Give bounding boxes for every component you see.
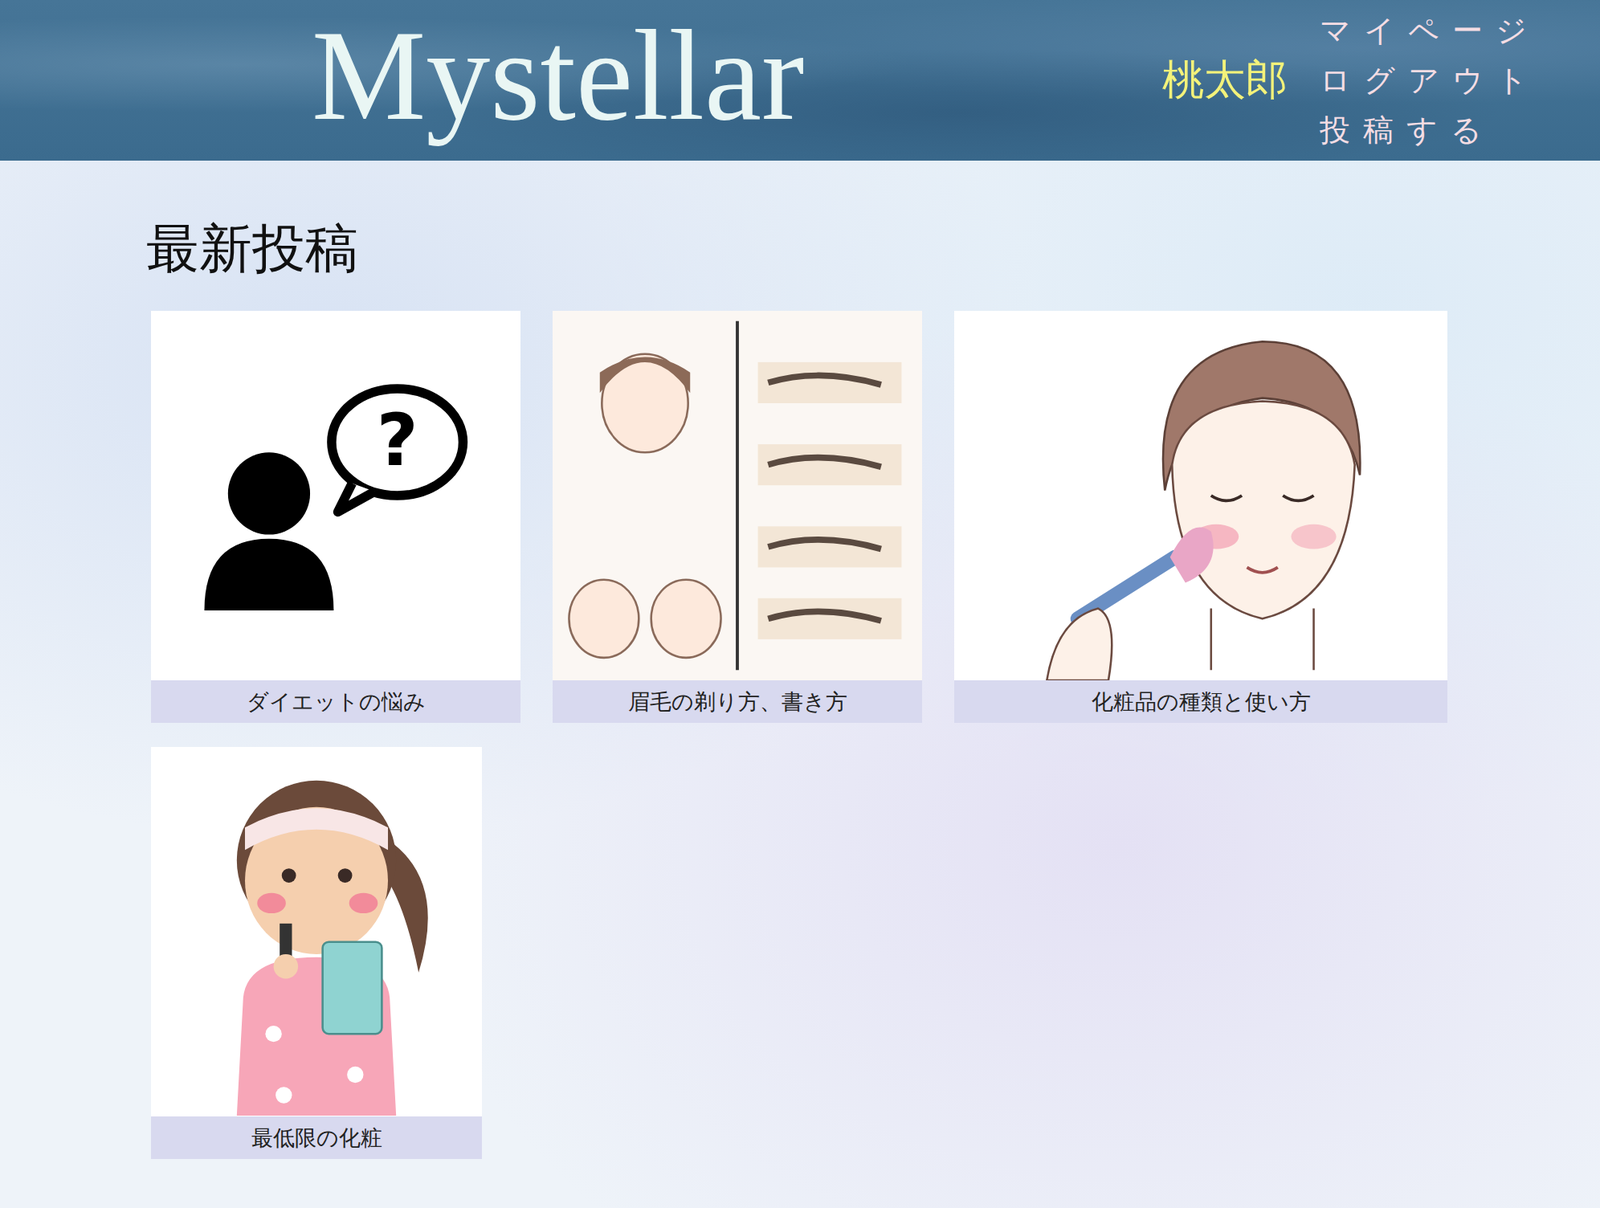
post-title[interactable]: ダイエットの悩み bbox=[151, 680, 521, 723]
logo[interactable]: Mystellar bbox=[311, 11, 805, 140]
header: Mystellar 桃太郎 マイページログアウト投稿する bbox=[0, 0, 1600, 161]
nav-link[interactable]: マイページ bbox=[1319, 5, 1541, 56]
section-title: 最新投稿 bbox=[146, 216, 1600, 281]
post-card[interactable]: 化粧品の種類と使い方 bbox=[954, 310, 1448, 723]
post-title[interactable]: 化粧品の種類と使い方 bbox=[954, 680, 1448, 723]
eyebrow-guide-picture bbox=[552, 310, 923, 681]
woman-brush-icon bbox=[954, 310, 1448, 681]
post-title[interactable]: 眉毛の剃り方、書き方 bbox=[552, 680, 923, 723]
post-card[interactable]: 最低限の化粧 bbox=[151, 746, 482, 1160]
girl-lipstick-icon bbox=[151, 746, 482, 1117]
nav-link[interactable]: ログアウト bbox=[1319, 55, 1541, 106]
person-question-icon: ? bbox=[151, 310, 521, 681]
post-thumbnail bbox=[552, 310, 923, 681]
page: Mystellar 桃太郎 マイページログアウト投稿する 最新投稿 ? ダイエッ… bbox=[0, 0, 1600, 1208]
main: 最新投稿 ? ダイエットの悩み 眉毛の剃り方、書き方 化粧品の種類と使い方 最低… bbox=[0, 160, 1600, 1192]
post-card[interactable]: 眉毛の剃り方、書き方 bbox=[552, 310, 923, 723]
post-thumbnail bbox=[954, 310, 1448, 681]
user-name: 桃太郎 bbox=[1162, 52, 1288, 109]
post-thumbnail bbox=[151, 746, 482, 1117]
post-thumbnail: ? bbox=[151, 310, 521, 681]
svg-text:?: ? bbox=[376, 398, 419, 482]
post-grid: ? ダイエットの悩み 眉毛の剃り方、書き方 化粧品の種類と使い方 最低限の化粧 bbox=[151, 310, 1453, 1160]
post-title[interactable]: 最低限の化粧 bbox=[151, 1116, 482, 1160]
nav-link[interactable]: 投稿する bbox=[1319, 105, 1541, 156]
post-card[interactable]: ? ダイエットの悩み bbox=[151, 310, 521, 723]
nav-menu: マイページログアウト投稿する bbox=[1319, 5, 1541, 156]
